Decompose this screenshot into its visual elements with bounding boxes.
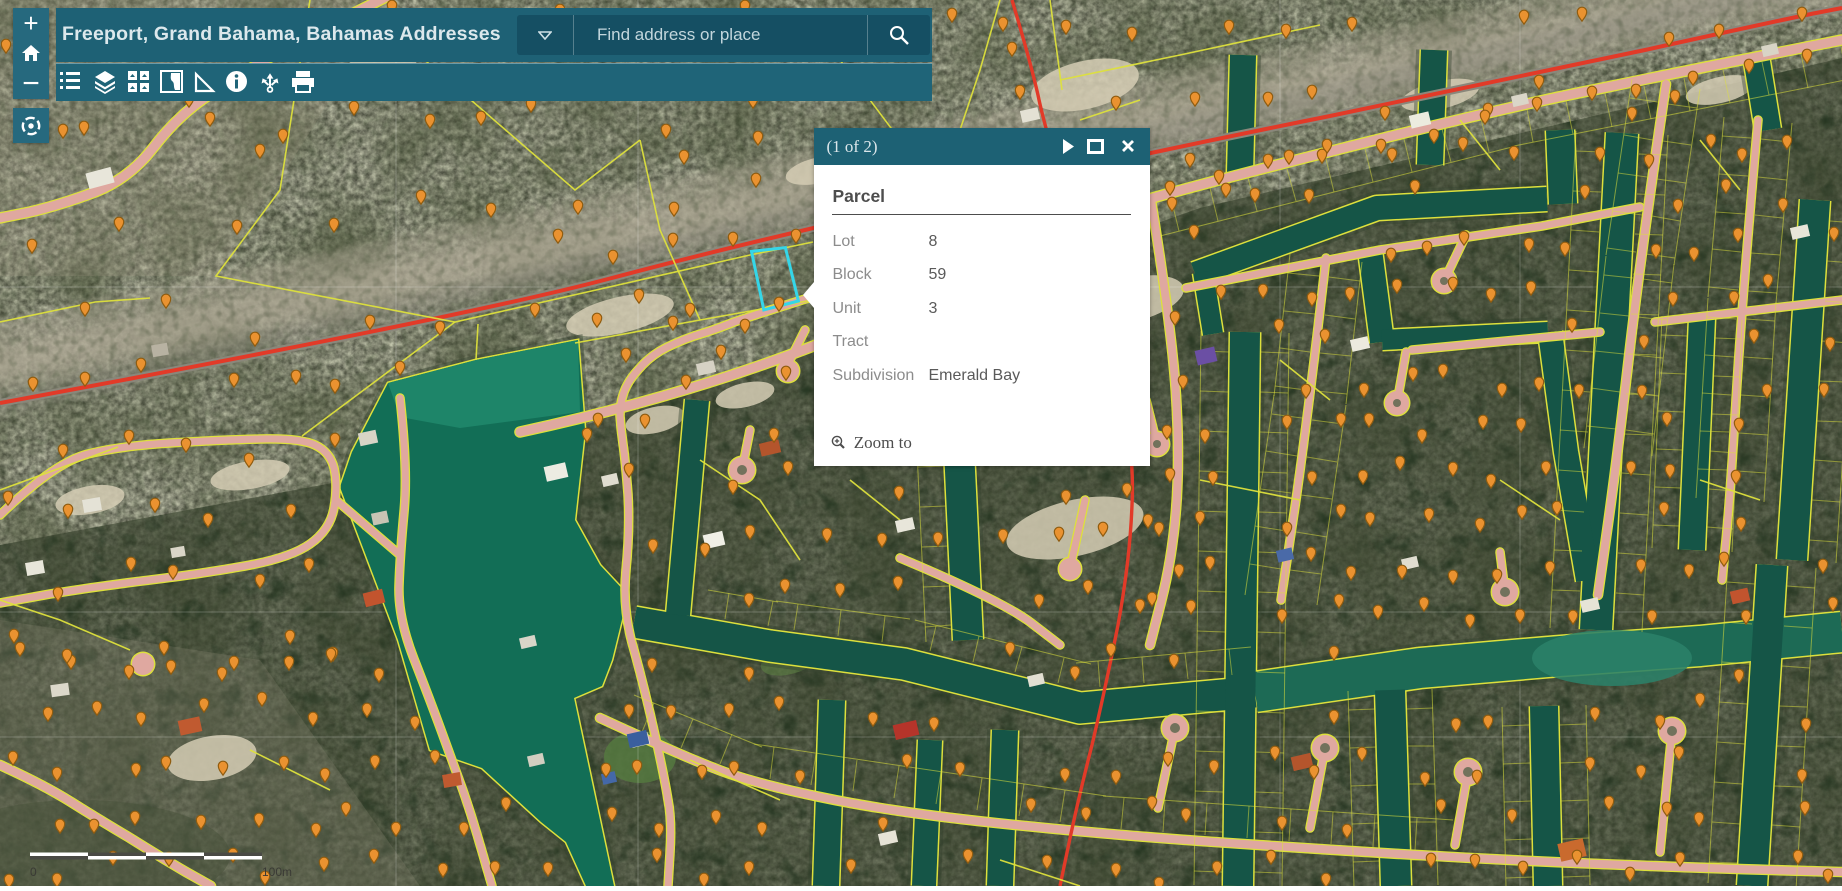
- svg-text:0: 0: [30, 865, 37, 879]
- svg-text:100m: 100m: [262, 865, 292, 879]
